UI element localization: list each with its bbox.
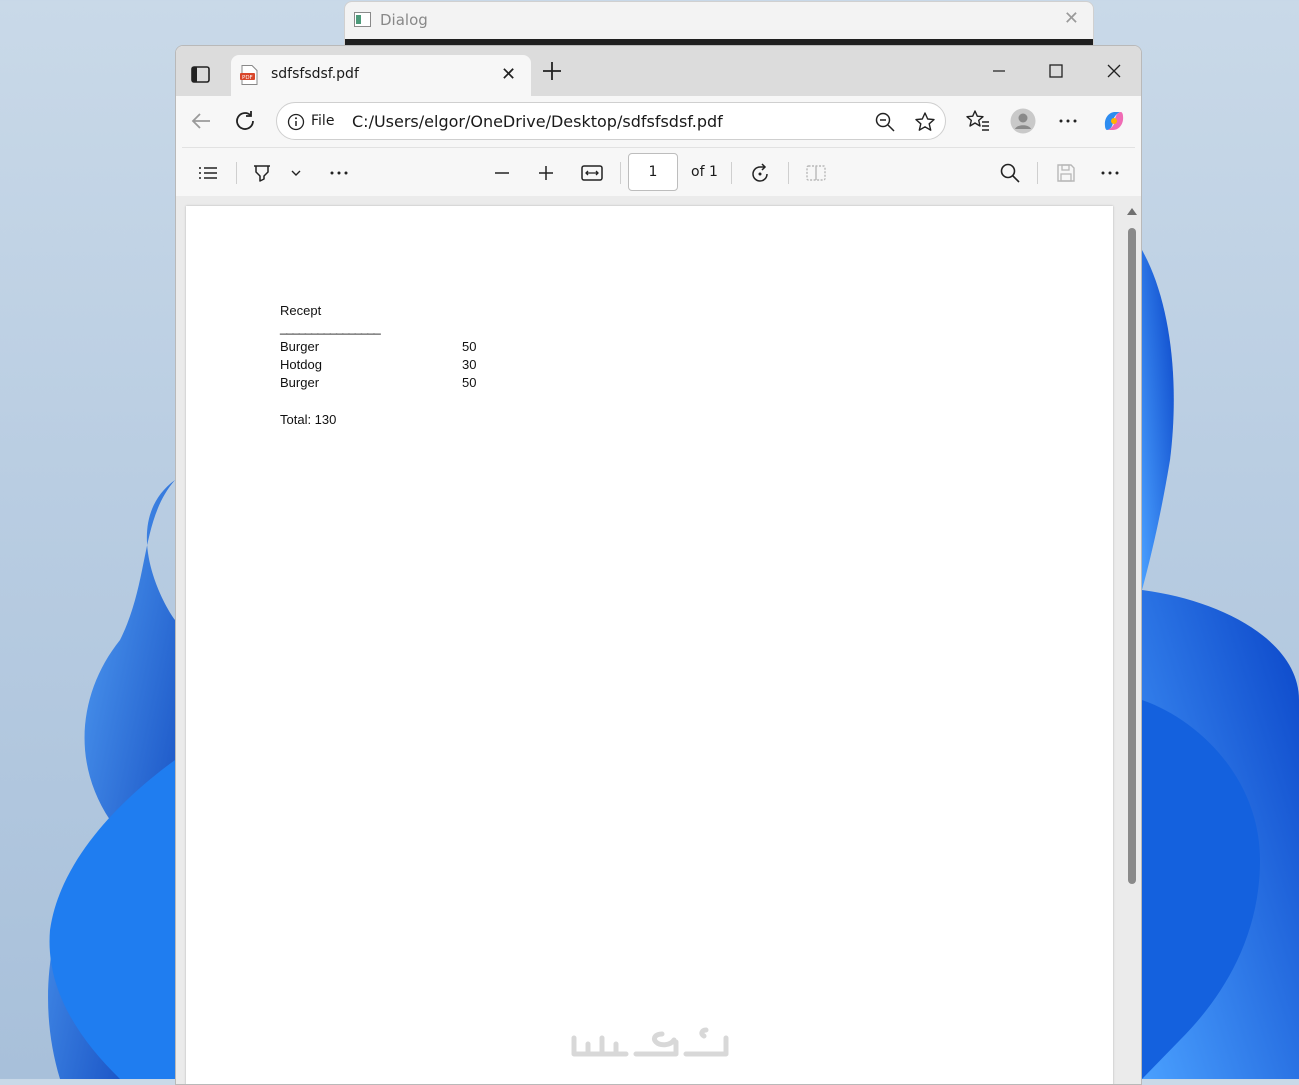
tab-actions-icon[interactable]: [186, 62, 214, 86]
tab-active-pdf[interactable]: PDF sdfsfsdsf.pdf ✕: [231, 55, 531, 96]
toolbar-separator: [731, 162, 732, 184]
watermark-logo: [571, 1027, 729, 1057]
receipt-item-price: 30: [462, 357, 477, 372]
receipt-divider: ________________: [280, 320, 381, 335]
maximize-icon[interactable]: [1045, 60, 1067, 82]
url-text[interactable]: C:/Users/elgor/OneDrive/Desktop/sdfsfsds…: [352, 112, 723, 131]
zoom-out-icon[interactable]: [874, 111, 896, 133]
table-of-contents-icon[interactable]: [196, 161, 220, 185]
zoom-out-minus-icon[interactable]: [490, 161, 514, 185]
more-tools-icon[interactable]: [327, 161, 351, 185]
window-app-icon: [354, 12, 371, 27]
more-options-icon[interactable]: [1055, 108, 1081, 134]
tab-close-icon[interactable]: ✕: [501, 64, 516, 85]
refresh-icon[interactable]: [232, 108, 258, 134]
zoom-in-plus-icon[interactable]: [534, 161, 558, 185]
pdf-toolbar: 1 of 1: [182, 147, 1135, 196]
file-scheme-label: File: [311, 113, 335, 129]
minimize-icon[interactable]: [988, 60, 1010, 82]
pdf-page: Recept ________________ Burger 50 Hotdog…: [186, 206, 1113, 1084]
dialog-title: Dialog: [380, 11, 428, 29]
toolbar-separator: [1037, 162, 1038, 184]
chevron-down-icon[interactable]: [284, 161, 308, 185]
address-bar[interactable]: File C:/Users/elgor/OneDrive/Desktop/sdf…: [276, 102, 946, 140]
back-arrow-icon[interactable]: [188, 108, 214, 134]
fit-to-width-icon[interactable]: [580, 161, 604, 185]
dialog-close-icon[interactable]: ✕: [1064, 8, 1079, 29]
pdf-viewer-area[interactable]: Recept ________________ Burger 50 Hotdog…: [176, 196, 1141, 1084]
toolbar-separator: [236, 162, 237, 184]
toolbar-separator: [620, 162, 621, 184]
receipt-item-name: Burger: [280, 339, 320, 354]
edge-browser-window[interactable]: PDF sdfsfsdsf.pdf ✕ File C:/Users/elgor/…: [175, 45, 1142, 1085]
more-pdf-options-icon[interactable]: [1098, 161, 1122, 185]
page-number-input[interactable]: 1: [628, 153, 678, 191]
scrollbar-thumb[interactable]: [1128, 228, 1136, 884]
copilot-icon[interactable]: [1101, 108, 1127, 134]
svg-text:PDF: PDF: [242, 75, 253, 81]
favorite-star-icon[interactable]: [914, 111, 936, 133]
page-count-label: of 1: [691, 164, 718, 180]
favorites-list-icon[interactable]: [965, 108, 991, 134]
new-tab-plus-icon[interactable]: [541, 60, 563, 82]
highlight-pen-icon[interactable]: [250, 161, 274, 185]
search-icon[interactable]: [998, 161, 1022, 185]
profile-avatar-icon[interactable]: [1010, 108, 1036, 134]
page-view-icon[interactable]: [804, 161, 828, 185]
receipt-item-price: 50: [462, 339, 477, 354]
info-icon[interactable]: [287, 113, 305, 131]
rotate-icon[interactable]: [748, 161, 772, 185]
receipt-item-name: Hotdog: [280, 357, 322, 372]
save-disk-icon[interactable]: [1054, 161, 1078, 185]
vertical-scrollbar[interactable]: [1125, 206, 1139, 1084]
tab-strip: PDF sdfsfsdsf.pdf ✕: [176, 46, 1141, 96]
tab-title: sdfsfsdsf.pdf: [271, 66, 359, 82]
receipt-title: Recept: [280, 303, 322, 318]
pdf-file-icon: PDF: [240, 65, 258, 85]
receipt-item-price: 50: [462, 375, 477, 390]
scroll-up-arrow-icon[interactable]: [1126, 206, 1138, 216]
address-bar-row: File C:/Users/elgor/OneDrive/Desktop/sdf…: [176, 96, 1141, 146]
window-close-icon[interactable]: [1103, 60, 1125, 82]
receipt-total: Total: 130: [280, 412, 337, 427]
toolbar-separator: [788, 162, 789, 184]
receipt-item-name: Burger: [280, 375, 320, 390]
